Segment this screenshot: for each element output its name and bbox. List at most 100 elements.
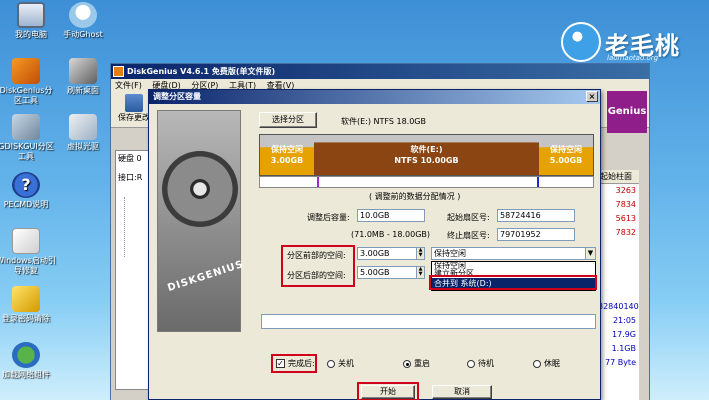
done-option[interactable]: ✓ 完成后:	[276, 358, 315, 369]
disk-label: 硬盘 0	[118, 154, 142, 163]
after-space-input[interactable]: 5.00GB ▲ ▼	[357, 266, 425, 279]
spinner-icon[interactable]: ▲ ▼	[416, 248, 424, 259]
done-label: 完成后:	[288, 359, 315, 368]
virtual-drive-icon	[69, 114, 97, 140]
shutdown-option[interactable]: 关机	[327, 358, 354, 369]
restart-option[interactable]: 重启	[403, 358, 430, 369]
desktop-icon-label: GDISKGUI分区工具	[0, 142, 54, 161]
desktop-icon-label: DiskGenius分区工具	[0, 86, 53, 105]
diskgenius-icon	[12, 58, 40, 84]
start-button[interactable]: 开始	[361, 385, 415, 399]
shutdown-radio[interactable]	[327, 359, 335, 368]
desktop-icon-network[interactable]: 加载网络组件	[0, 342, 56, 380]
end-sector-value: 79701952	[500, 230, 541, 239]
desktop-icon-password-clear[interactable]: 登录密码清除	[0, 286, 56, 324]
segment-fs: NTFS 10.00GB	[394, 156, 459, 165]
partition-table-strip: 起始柱面 3263 7834 5613 7832 32840140 21:05 …	[597, 170, 639, 400]
partition-bar: 保持空闲 3.00GB 软件(E:) NTFS 10.00GB 保持空闲 5.0…	[259, 134, 594, 176]
desktop-icon-label: 虚拟光驱	[67, 142, 99, 151]
before-adjust-note: ( 调整前的数据分配情况 )	[369, 192, 461, 201]
sleep-radio[interactable]	[533, 359, 541, 368]
segment-size: 5.00GB	[549, 156, 583, 165]
desktop-icon-boot-repair[interactable]: Windows启动引导修复	[0, 228, 56, 276]
desktop-icon-label: 刷新桌面	[67, 86, 99, 95]
before-space-dropdown[interactable]: 保持空闲 ▼	[431, 247, 596, 260]
save-icon	[125, 94, 143, 112]
computer-icon	[17, 2, 45, 28]
table-cell: 7832	[615, 228, 636, 237]
standby-label: 待机	[478, 359, 494, 368]
segment-top-label: 保持空闲	[550, 145, 582, 154]
free-space-before-segment[interactable]: 保持空闲 3.00GB	[260, 135, 314, 175]
sleep-label: 休眠	[544, 359, 560, 368]
start-sector-value: 58724416	[500, 211, 541, 220]
spinner-icon[interactable]: ▲ ▼	[416, 267, 424, 278]
progress-bar	[261, 314, 596, 329]
help-icon: ?	[12, 172, 40, 198]
save-changes-label: 保存更改	[118, 113, 150, 122]
size-label: 调整后容量:	[307, 213, 350, 222]
desktop-icon-pecmd-help[interactable]: ? PECMD说明	[0, 172, 56, 210]
start-sector-input[interactable]: 58724416	[497, 209, 575, 222]
before-space-label: 分区前部的空间:	[287, 251, 346, 260]
desktop-icon-manual-ghost[interactable]: 手动Ghost	[52, 2, 114, 40]
chevron-down-icon[interactable]: ▼	[585, 248, 595, 259]
range-note: (71.0MB - 18.00GB)	[351, 230, 431, 239]
brush-icon	[69, 58, 97, 84]
hard-disk-illustration: DISKGENIUS	[157, 110, 245, 332]
segment-top-label: 保持空闲	[271, 145, 303, 154]
before-space-input[interactable]: 3.00GB ▲ ▼	[357, 247, 425, 260]
desktop-icon-gdiskgui[interactable]: GDISKGUI分区工具	[0, 114, 56, 162]
brand-tile: Genius	[607, 91, 647, 133]
table-cell: 7834	[615, 200, 636, 209]
sleep-option[interactable]: 休眠	[533, 358, 560, 369]
desktop-icon-refresh-desktop[interactable]: 刷新桌面	[52, 58, 114, 96]
done-checkbox[interactable]: ✓	[276, 359, 285, 368]
size-input[interactable]: 10.0GB	[357, 209, 425, 222]
start-marker	[317, 177, 319, 187]
standby-radio[interactable]	[467, 359, 475, 368]
desktop-icon-label: 登录密码清除	[2, 314, 50, 323]
desktop-icon-label: 我的电脑	[15, 30, 47, 39]
end-sector-label: 终止扇区号:	[447, 231, 490, 240]
select-partition-button[interactable]: 选择分区	[259, 112, 317, 128]
info-value: 21:05	[612, 316, 636, 325]
desktop-icon-label: 加载网络组件	[2, 370, 50, 379]
end-sector-input[interactable]: 79701952	[497, 228, 575, 241]
desktop-icon-label: Windows启动引导修复	[0, 256, 56, 275]
info-value: 17.9G	[611, 330, 636, 339]
close-button[interactable]: ×	[586, 91, 598, 102]
shutdown-label: 关机	[338, 359, 354, 368]
cancel-button[interactable]: 取消	[432, 385, 492, 399]
table-cell: 5613	[615, 214, 636, 223]
diskgenius-app-icon	[113, 66, 124, 77]
end-marker	[537, 177, 539, 187]
restart-radio[interactable]	[403, 359, 411, 368]
desktop-icon-label: PECMD说明	[3, 200, 49, 209]
free-space-after-segment[interactable]: 保持空闲 5.00GB	[539, 135, 593, 175]
network-icon	[12, 342, 40, 368]
boot-repair-icon	[12, 228, 40, 254]
resize-partition-dialog: 调整分区容量 × DISKGENIUS 选择分区 软件(E:) NTFS 18.…	[148, 89, 601, 400]
app-titlebar[interactable]: DiskGenius V4.6.1 免费版(单文件版)	[111, 64, 649, 79]
desktop-icon-virtual-drive[interactable]: 虚拟光驱	[52, 114, 114, 152]
dialog-titlebar[interactable]: 调整分区容量 ×	[149, 90, 600, 104]
start-sector-label: 起始扇区号:	[447, 213, 490, 222]
partition-tool-icon	[12, 114, 40, 140]
segment-size: 3.00GB	[270, 156, 304, 165]
highlight-box	[429, 275, 597, 290]
interface-label: 接口:R	[118, 173, 143, 182]
after-space-label: 分区后部的空间:	[287, 271, 346, 280]
table-cell: 3263	[615, 186, 636, 195]
desktop-icon-diskgenius[interactable]: DiskGenius分区工具	[0, 58, 56, 106]
original-layout-ruler	[259, 176, 594, 188]
restart-label: 重启	[414, 359, 430, 368]
standby-option[interactable]: 待机	[467, 358, 494, 369]
disk-art-label: DISKGENIUS	[166, 258, 246, 295]
menu-file[interactable]: 文件(F)	[115, 81, 142, 90]
partition-segment[interactable]: 软件(E:) NTFS 10.00GB	[314, 135, 539, 175]
info-value: 1.1GB	[611, 344, 636, 353]
column-header[interactable]: 起始柱面	[598, 170, 639, 184]
save-changes-button[interactable]: 保存更改	[117, 94, 151, 123]
info-value: 77 Byte	[604, 358, 636, 367]
